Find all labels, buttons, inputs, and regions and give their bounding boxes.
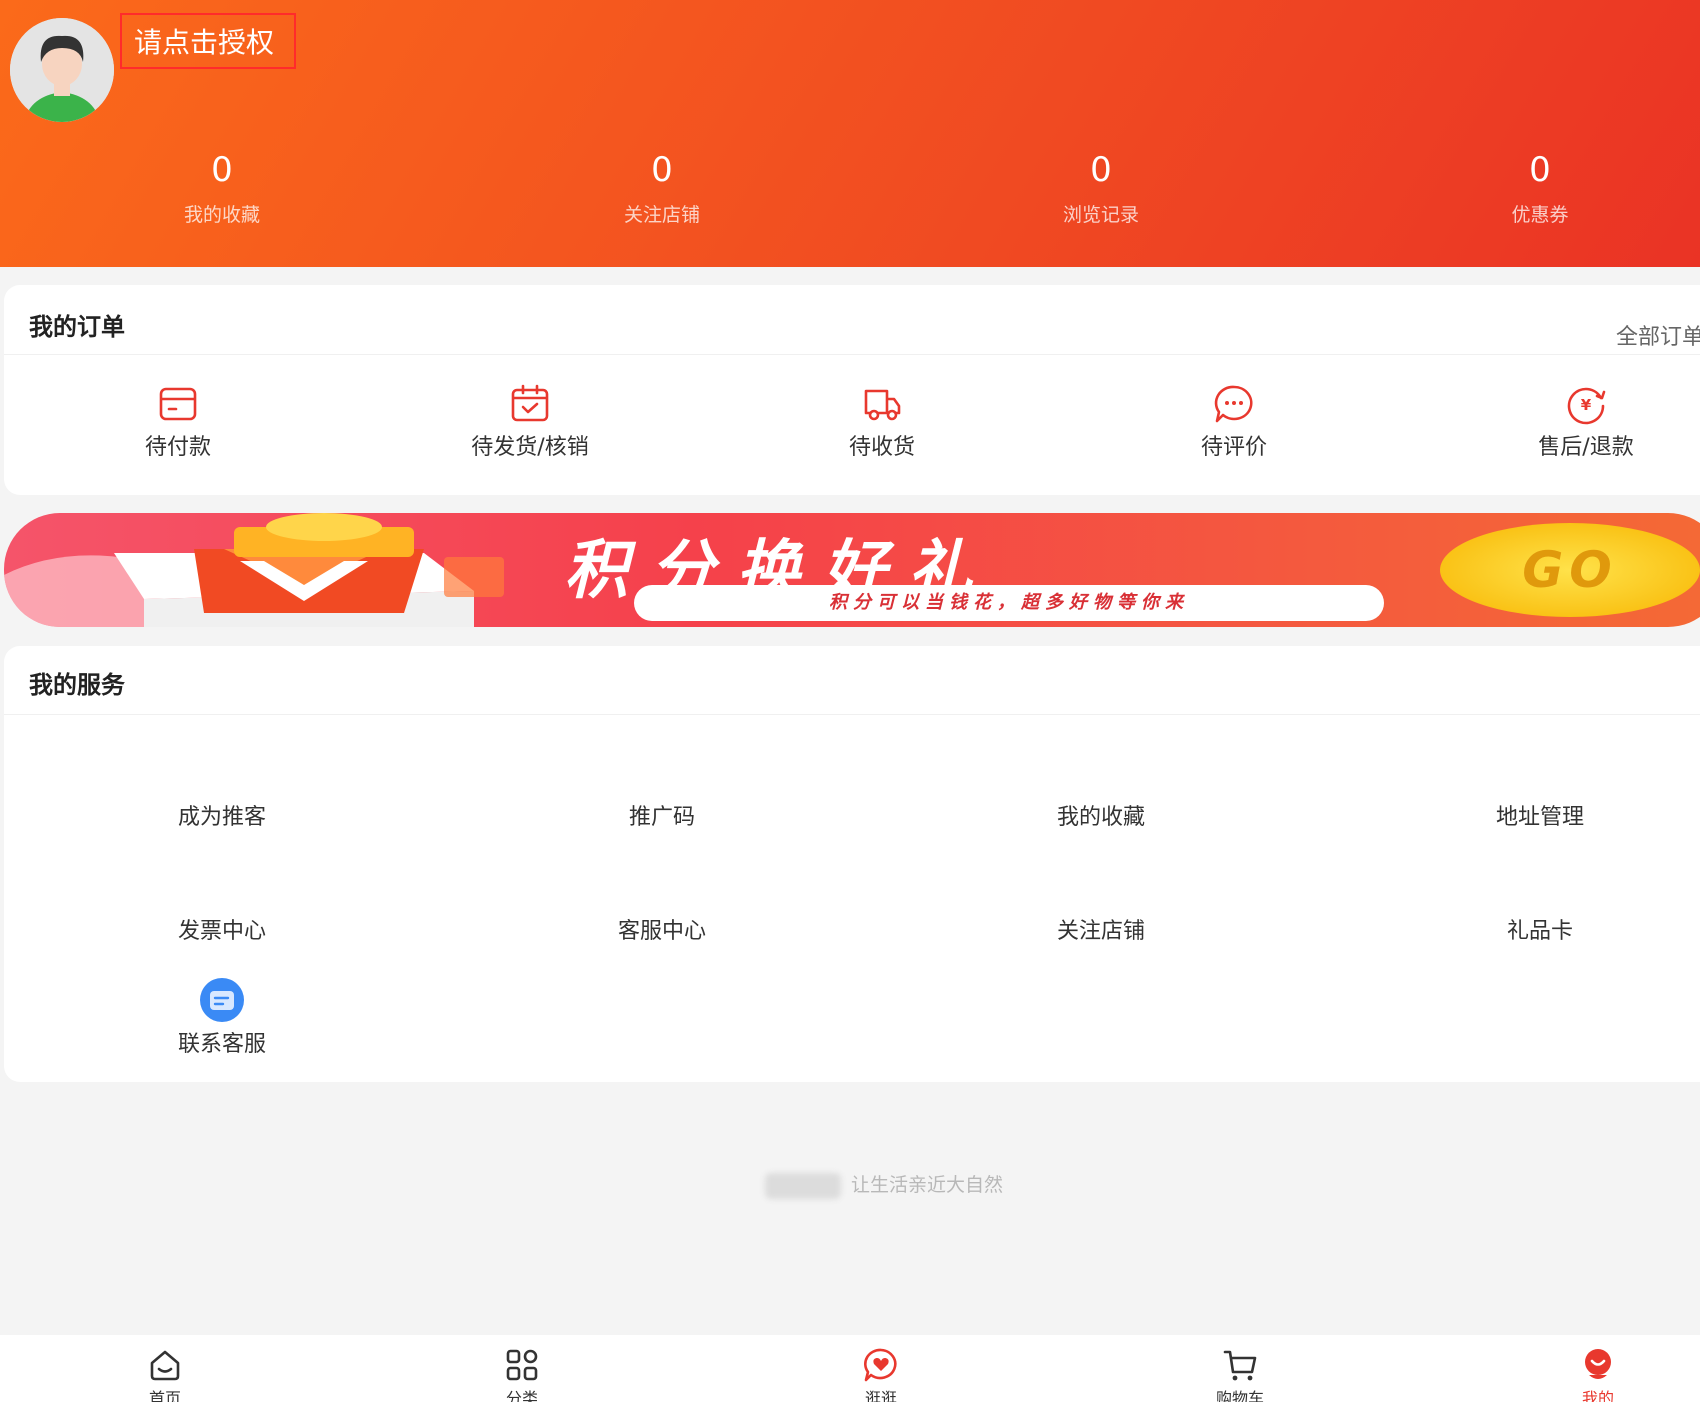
stat-value: 0 xyxy=(1529,150,1551,190)
order-pending-payment[interactable]: 待付款 xyxy=(88,383,268,461)
profile-icon xyxy=(1585,1349,1611,1379)
services-title: 我的服务 xyxy=(29,671,125,699)
stat-coupons[interactable]: 0 优惠券 xyxy=(1440,148,1640,227)
order-label: 售后/退款 xyxy=(1538,435,1634,460)
delivery-truck-icon xyxy=(864,389,901,421)
tab-label: 我的 xyxy=(1581,1389,1614,1402)
authorize-link[interactable]: 请点击授权 xyxy=(120,13,296,69)
service-my-favorites[interactable]: 我的收藏 xyxy=(1001,799,1201,831)
home-icon xyxy=(150,1350,180,1381)
slogan-text: 让生活亲近大自然 xyxy=(851,1174,1004,1196)
stat-label: 关注店铺 xyxy=(623,204,700,226)
order-label: 待收货 xyxy=(848,435,915,460)
services-card: 我的服务 成为推客 推广码 我的收藏 地址管理 发票中心 客服中心 关注店铺 礼… xyxy=(4,646,1700,1082)
svg-text:¥: ¥ xyxy=(1581,396,1592,414)
heart-chat-icon xyxy=(864,1348,897,1382)
service-promo-code[interactable]: 推广码 xyxy=(562,799,762,831)
service-address-management[interactable]: 地址管理 xyxy=(1440,799,1640,831)
message-icon xyxy=(200,978,244,1022)
tab-browse[interactable]: 逛逛 xyxy=(821,1347,941,1402)
calendar-check-icon xyxy=(511,384,549,422)
tab-label: 逛逛 xyxy=(864,1389,897,1402)
avatar[interactable] xyxy=(10,18,114,122)
tab-mine[interactable]: 我的 xyxy=(1538,1347,1658,1402)
order-label: 待付款 xyxy=(144,435,211,460)
tab-category[interactable]: 分类 xyxy=(462,1347,582,1402)
order-label: 待发货/核销 xyxy=(471,435,589,460)
yuan-refund-icon: ¥ xyxy=(1567,387,1606,425)
brand-logo xyxy=(765,1172,841,1199)
footer-slogan: 让生活亲近大自然 xyxy=(765,1170,1003,1199)
points-exchange-banner[interactable]: 积分换好礼 积分可以当钱花，超多好物等你来 GO xyxy=(4,513,1700,627)
chat-bubble-icon xyxy=(1214,385,1253,423)
all-orders-link[interactable]: 全部订单 xyxy=(1616,319,1700,351)
stat-value: 0 xyxy=(651,150,673,190)
stat-label: 优惠券 xyxy=(1511,204,1569,226)
stat-followed-shops[interactable]: 0 关注店铺 xyxy=(562,148,762,227)
tab-label: 购物车 xyxy=(1215,1389,1264,1402)
stat-history[interactable]: 0 浏览记录 xyxy=(1001,148,1201,227)
grid-icon xyxy=(506,1349,538,1381)
order-pending-review[interactable]: 待评价 xyxy=(1144,383,1324,461)
wallet-card-icon xyxy=(159,387,197,421)
gift-box-icon xyxy=(4,513,504,627)
divider xyxy=(4,354,1700,355)
stat-label: 我的收藏 xyxy=(183,204,260,226)
tab-label: 首页 xyxy=(148,1389,181,1402)
service-become-promoter[interactable]: 成为推客 xyxy=(122,799,322,831)
service-invoice-center[interactable]: 发票中心 xyxy=(122,913,322,945)
banner-go-button[interactable]: GO xyxy=(1440,523,1700,617)
stat-value: 0 xyxy=(1090,150,1112,190)
bottom-tab-bar: 首页 分类 逛逛 购物车 我的 xyxy=(0,1335,1700,1402)
divider xyxy=(4,714,1700,715)
stat-label: 浏览记录 xyxy=(1062,204,1139,226)
tab-label: 分类 xyxy=(505,1389,538,1402)
orders-card: 我的订单 全部订单 待付款 待发货/核销 待收货 待评价 ¥ 售后/退款 xyxy=(4,285,1700,495)
service-customer-service-center[interactable]: 客服中心 xyxy=(562,913,762,945)
cart-icon xyxy=(1223,1350,1257,1381)
service-contact-support[interactable]: 联系客服 xyxy=(122,978,322,1058)
stat-value: 0 xyxy=(211,150,233,190)
banner-subtitle: 积分可以当钱花，超多好物等你来 xyxy=(634,585,1384,621)
order-label: 待评价 xyxy=(1200,435,1267,460)
order-pending-shipment[interactable]: 待发货/核销 xyxy=(440,383,620,461)
order-pending-receipt[interactable]: 待收货 xyxy=(792,383,972,461)
avatar-person-icon xyxy=(10,18,114,122)
profile-header: 请点击授权 0 我的收藏 0 关注店铺 0 浏览记录 0 优惠券 xyxy=(0,0,1700,267)
stat-favorites[interactable]: 0 我的收藏 xyxy=(122,148,322,227)
tab-home[interactable]: 首页 xyxy=(105,1347,225,1402)
order-after-sales[interactable]: ¥ 售后/退款 xyxy=(1496,383,1676,461)
service-label: 联系客服 xyxy=(177,1032,266,1057)
orders-title: 我的订单 xyxy=(29,313,125,341)
service-followed-shops[interactable]: 关注店铺 xyxy=(1001,913,1201,945)
service-gift-card[interactable]: 礼品卡 xyxy=(1440,913,1640,945)
tab-cart[interactable]: 购物车 xyxy=(1180,1347,1300,1402)
